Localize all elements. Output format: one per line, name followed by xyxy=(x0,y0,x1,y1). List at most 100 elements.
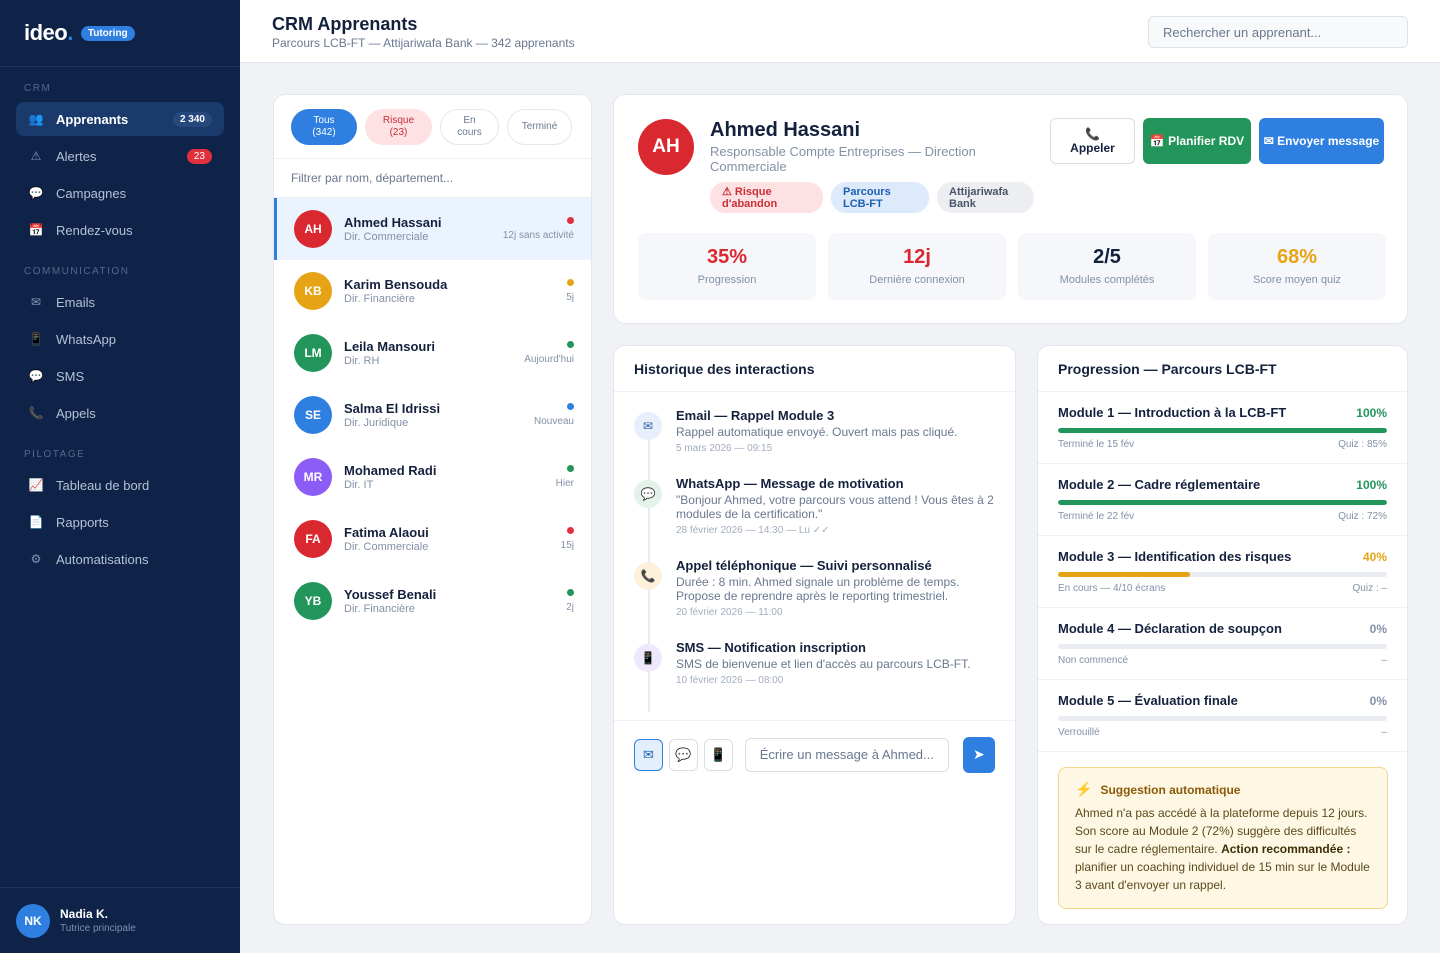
sidebar-item-label: Appels xyxy=(56,405,96,421)
module-status: Verrouillé xyxy=(1058,727,1100,738)
event-title: WhatsApp — Message de motivation xyxy=(676,476,904,491)
learner-meta: Aujourd'hui xyxy=(524,341,574,365)
phone-device-icon: 📱 xyxy=(634,644,662,672)
status-dot xyxy=(567,217,574,224)
chat-bubble-icon: 💬 xyxy=(28,186,44,200)
module-percent: 100% xyxy=(1356,477,1387,492)
learner-row[interactable]: SE Salma El Idrissi Dir. Juridique Nouveau xyxy=(274,384,591,446)
learner-row[interactable]: FA Fatima Alaoui Dir. Commerciale 15j xyxy=(274,508,591,570)
calendar-icon: 📅 xyxy=(1149,134,1165,148)
stat-label: Progression xyxy=(697,274,757,286)
channel-whatsapp-button[interactable]: 💬 xyxy=(668,738,698,771)
learner-department: Dir. RH xyxy=(344,355,380,367)
module-item[interactable]: Module 1 — Introduction à la LCB-FT 100% T… xyxy=(1038,392,1407,464)
envelope-icon: ✉ xyxy=(643,746,654,762)
channel-sms-button[interactable]: 📱 xyxy=(703,738,733,771)
sidebar-item-automatisations[interactable]: ⚙ Automatisations xyxy=(16,542,224,576)
filter-all-pill[interactable]: Tous (342) xyxy=(291,108,357,145)
learner-row[interactable]: YB Youssef Benali Dir. Financière 2j xyxy=(274,570,591,632)
filter-done-pill[interactable]: Terminé xyxy=(507,108,572,145)
activity-status: 2j xyxy=(566,602,574,613)
learner-name: Karim Bensouda xyxy=(344,277,448,292)
current-user[interactable]: NK Nadia K. Tutrice principale xyxy=(0,887,240,953)
learner-row[interactable]: AH Ahmed Hassani Dir. Commerciale 12j sans … xyxy=(274,198,591,260)
topbar: CRM Apprenants Parcours LCB-FT — Attijar… xyxy=(240,0,1440,63)
sidebar-item-label: Apprenants xyxy=(56,111,129,127)
nav-section-heading: CRM xyxy=(24,83,52,94)
sidebar-item-apprenants[interactable]: 👥 Apprenants 2 340 xyxy=(16,102,224,136)
product-badge: Tutoring xyxy=(80,25,135,41)
filter-done-label: Terminé xyxy=(521,120,558,132)
stat-label: Dernière connexion xyxy=(869,274,965,286)
sidebar-item-whatsapp[interactable]: 📱 WhatsApp xyxy=(16,322,224,356)
suggestion-title: Suggestion automatique xyxy=(1100,782,1241,797)
list-filter-input[interactable] xyxy=(291,171,574,185)
chat-bubble-icon: 💬 xyxy=(634,480,662,508)
phone-icon: 📞 xyxy=(634,562,662,590)
timeline-event[interactable]: 💬 WhatsApp — Message de motivation "Bonjou… xyxy=(634,476,995,536)
gear-icon: ⚙ xyxy=(30,552,42,566)
channel-email-button[interactable]: ✉ xyxy=(634,738,663,771)
chat-bubble-icon: 💬 xyxy=(675,746,692,762)
sidebar-item-rapports[interactable]: 📄 Rapports xyxy=(16,505,224,539)
count-badge: 2 340 xyxy=(172,111,212,127)
chat-bubble-icon: 💬 xyxy=(28,369,44,383)
module-item[interactable]: Module 2 — Cadre réglementaire 100% Termin… xyxy=(1038,464,1407,536)
learner-name: Mohamed Radi xyxy=(344,463,437,478)
learner-department: Dir. Commerciale xyxy=(344,231,429,243)
activity-status: 5j xyxy=(566,292,574,303)
learner-row[interactable]: MR Mohamed Radi Dir. IT Hier xyxy=(274,446,591,508)
module-item[interactable]: Module 3 — Identification des risques 40%… xyxy=(1038,536,1407,608)
learner-row[interactable]: KB Karim Bensouda Dir. Financière 5j xyxy=(274,260,591,322)
logo[interactable]: ideo. xyxy=(24,20,73,46)
module-percent: 100% xyxy=(1356,405,1387,420)
module-item[interactable]: Module 5 — Évaluation finale 0% Verrouillé… xyxy=(1038,680,1407,752)
timeline: ✉ Email — Rappel Module 3 Rappel automatiq… xyxy=(614,392,1015,712)
sidebar-item-sms[interactable]: 💬 SMS xyxy=(16,359,224,393)
warning-icon: ⚠ xyxy=(30,149,42,163)
phone-device-icon: 📱 xyxy=(710,746,727,762)
event-title: Appel téléphonique — Suivi personnalisé xyxy=(676,558,932,573)
module-percent: 0% xyxy=(1369,621,1387,636)
call-button[interactable]: 📞 Appeler xyxy=(1050,118,1135,164)
module-title: Module 3 — Identification des risques xyxy=(1058,549,1292,564)
module-item[interactable]: Module 4 — Déclaration de soupçon 0% Non c… xyxy=(1038,608,1407,680)
search-input[interactable] xyxy=(1148,16,1408,48)
sidebar-item-label: Automatisations xyxy=(56,551,149,567)
filter-pills: Tous (342) Risque (23) En cours Terminé xyxy=(274,95,591,158)
activity-status: Nouveau xyxy=(533,416,574,427)
course-progress-card: Progression — Parcours LCB-FT Module 1 —… xyxy=(1037,345,1408,925)
module-percent: 40% xyxy=(1362,549,1387,564)
module-progress-fill xyxy=(1058,500,1387,505)
schedule-meeting-button[interactable]: 📅 Planifier RDV xyxy=(1143,118,1251,164)
sidebar-item-rendez-vous[interactable]: 📅 Rendez-vous xyxy=(16,213,224,247)
timeline-event[interactable]: 📱 SMS — Notification inscription SMS de bi… xyxy=(634,640,995,686)
sidebar-item-campagnes[interactable]: 💬 Campagnes xyxy=(16,176,224,210)
filter-in-progress-pill[interactable]: En cours xyxy=(440,108,499,145)
sidebar-item-appels[interactable]: 📞 Appels xyxy=(16,396,224,430)
avatar: NK xyxy=(16,903,50,938)
sidebar-item-emails[interactable]: ✉ Emails xyxy=(16,285,224,319)
sidebar-item-tableau-de-bord[interactable]: 📈 Tableau de bord xyxy=(16,468,224,502)
message-input[interactable] xyxy=(744,737,949,772)
sidebar-item-alertes[interactable]: ⚠ Alertes 23 xyxy=(16,139,224,173)
learner-name: Leila Mansouri xyxy=(344,339,436,354)
page-title: CRM Apprenants xyxy=(272,14,418,34)
send-button[interactable]: ➤ xyxy=(962,736,995,773)
learner-meta: Hier xyxy=(556,465,574,489)
timeline-event[interactable]: ✉ Email — Rappel Module 3 Rappel automatiq… xyxy=(634,408,995,454)
phone-device-icon: 📱 xyxy=(28,332,44,346)
suggestion-text: Ahmed n'a pas accédé à la plateforme dep… xyxy=(1075,806,1370,892)
send-message-button[interactable]: ✉ Envoyer message xyxy=(1259,118,1384,164)
profile-stats: 35% Progression 12j Dernière connexion 2/5 Mo… xyxy=(638,233,1386,300)
schedule-meeting-label: 📅 Planifier RDV xyxy=(1149,134,1245,148)
user-role: Tutrice principale xyxy=(60,923,136,934)
learner-row[interactable]: LM Leila Mansouri Dir. RH Aujourd'hui xyxy=(274,322,591,384)
status-dot xyxy=(567,589,574,596)
learner-meta: 2j xyxy=(566,589,574,613)
envelope-icon: ✉ xyxy=(30,295,42,309)
filter-risk-pill[interactable]: Risque (23) xyxy=(365,108,432,145)
calendar-icon: 📅 xyxy=(28,223,44,237)
timeline-event[interactable]: 📞 Appel téléphonique — Suivi personnalisé… xyxy=(634,558,995,618)
module-list: Module 1 — Introduction à la LCB-FT 100% T… xyxy=(1038,392,1407,752)
